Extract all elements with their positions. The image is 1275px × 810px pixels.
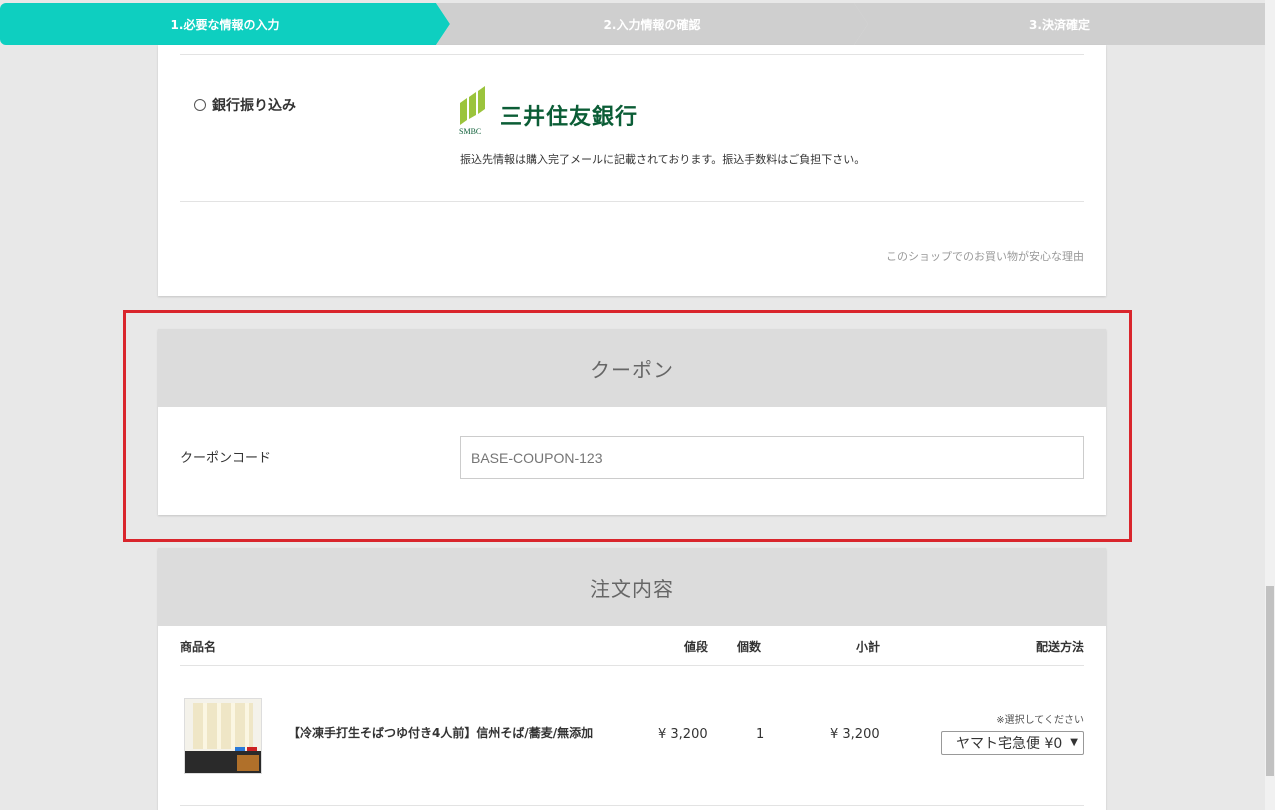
payment-method-card: 銀行振り込み SMBC 三井住友銀行 振込先情報は購入完了メールに記載されており… [158,45,1106,296]
product-subtotal: ¥ 3,200 [830,727,880,742]
header-shipping: 配送方法 [1035,640,1084,654]
bank-transfer-option[interactable]: 銀行振り込み [194,95,296,115]
header-price: 値段 [684,640,709,654]
header-subtotal: 小計 [856,640,881,654]
divider [180,54,1084,55]
chevron-down-icon: ▼ [1070,737,1078,748]
divider [180,805,1084,806]
divider [180,201,1084,202]
smbc-logo-text: SMBC [459,127,481,135]
divider [180,665,1084,666]
header-quantity: 個数 [737,640,762,654]
shipping-selected-value: ヤマト宅急便 ¥0 [956,736,1063,752]
coupon-code-input[interactable] [460,436,1084,479]
product-image[interactable] [184,698,262,774]
order-title: 注文内容 [158,548,1106,626]
radio-button[interactable] [194,99,206,111]
product-name[interactable]: 【冷凍手打生そばつゆ付き4人前】信州そば/蕎麦/無添加 [288,724,650,741]
coupon-card: クーポン クーポンコード [158,329,1106,515]
scrollbar-thumb[interactable] [1266,586,1274,776]
shop-safety-link[interactable]: このショップでのお買い物が安心な理由 [886,248,1084,264]
step-confirm: 2.入力情報の確認 [436,3,868,45]
product-price: ¥ 3,200 [658,727,708,742]
bank-name: 三井住友銀行 [500,105,639,130]
product-quantity: 1 [756,727,765,742]
smbc-logo-icon: SMBC [459,86,485,135]
scrollbar[interactable] [1265,0,1275,810]
bank-transfer-label: 銀行振り込み [212,98,296,114]
shipping-note: ※選択してください [996,715,1084,726]
coupon-code-label: クーポンコード [180,451,272,466]
order-summary-card: 注文内容 商品名 値段 個数 小計 配送方法 【冷凍手打生そばつゆ付き4人前】信… [158,548,1106,810]
coupon-title: クーポン [158,329,1106,407]
header-product-name: 商品名 [180,640,217,654]
checkout-step-bar: 1.必要な情報の入力 2.入力情報の確認 3.決済確定 [0,0,1265,45]
step-input: 1.必要な情報の入力 [0,3,450,45]
step-complete: 3.決済確定 [854,3,1265,45]
shipping-method-select[interactable]: ヤマト宅急便 ¥0 ▼ [941,731,1084,755]
bank-transfer-note: 振込先情報は購入完了メールに記載されております。振込手数料はご負担下さい。 [460,153,866,166]
